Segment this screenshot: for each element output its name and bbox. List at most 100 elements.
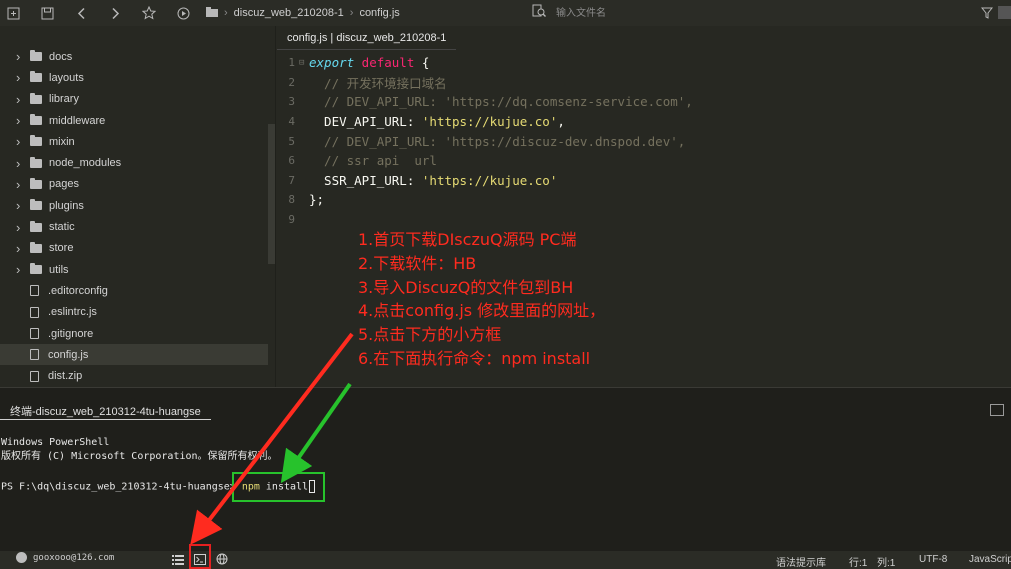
line-number: 6 (288, 154, 295, 168)
code-line[interactable]: 4 DEV_API_URL: 'https://kujue.co', (277, 112, 693, 132)
code-area[interactable]: 1 ⊟ export default {2 // 开发环境接口域名 3 // DEV_… (277, 53, 693, 230)
code-line[interactable]: 6 // ssr api url (277, 151, 693, 171)
sidebar-item-pages[interactable]: › pages (0, 174, 268, 195)
sidebar-item-label: store (49, 242, 74, 255)
folder-icon (30, 220, 42, 232)
line-number: 5 (288, 134, 295, 148)
chevron-right-icon[interactable]: › (16, 220, 30, 235)
breadcrumb-file[interactable]: config.js (359, 7, 399, 19)
folder-icon (30, 241, 42, 253)
line-number: 7 (288, 173, 295, 187)
chevron-right-icon[interactable]: › (16, 156, 30, 171)
file-tree-sidebar: › docs › layouts › library › middleware › mixin › n… (0, 26, 276, 387)
sidebar-item-middleware[interactable]: › middleware (0, 110, 268, 131)
folder-icon (30, 92, 42, 104)
code-line[interactable]: 2 // 开发环境接口域名 (277, 73, 693, 93)
sidebar-item-dist-zip[interactable]: dist.zip (0, 365, 268, 386)
maximize-icon[interactable] (990, 404, 1004, 416)
code-line[interactable]: 5 // DEV_API_URL: 'https://discuz-dev.dn… (277, 131, 693, 151)
terminal-line: Windows PowerShell (1, 437, 110, 448)
user-icon (16, 552, 27, 563)
forward-icon[interactable] (102, 0, 128, 26)
outline-icon[interactable] (172, 553, 184, 565)
search-file-icon (532, 4, 546, 23)
terminal-tab[interactable]: 终端-discuz_web_210312-4tu-huangse (0, 402, 211, 420)
instruction-step: 6.在下面执行命令：npm install (358, 348, 591, 368)
file-tree: › docs › layouts › library › middleware › mixin › n… (0, 46, 268, 387)
sidebar-item-label: utils (49, 263, 69, 276)
chevron-right-icon[interactable]: › (16, 113, 30, 128)
code-line[interactable]: 8}; (277, 190, 693, 210)
sidebar-item-layouts[interactable]: › layouts (0, 67, 268, 88)
sidebar-item-library[interactable]: › library (0, 89, 268, 110)
status-bar: gooxooo@126.com 语法提示库 行:1 列:1 UTF-8 Java… (0, 551, 1011, 569)
chevron-right-icon[interactable]: › (16, 49, 30, 64)
new-file-icon[interactable] (0, 0, 26, 26)
chevron-right-icon[interactable]: › (16, 262, 30, 277)
line-number: 3 (288, 95, 295, 109)
code-line[interactable]: 9 (277, 210, 693, 230)
sidebar-item-static[interactable]: › static (0, 216, 268, 237)
chevron-right-icon[interactable]: › (16, 92, 30, 107)
sidebar-item-utils[interactable]: › utils (0, 259, 268, 280)
file-search (532, 3, 706, 23)
browser-icon[interactable] (216, 553, 228, 565)
code-line[interactable]: 3 // DEV_API_URL: 'https://dq.comsenz-se… (277, 92, 692, 112)
file-encoding[interactable]: UTF-8 (919, 554, 947, 565)
cursor-line[interactable]: 行:1 (849, 554, 867, 569)
instruction-step: 5.点击下方的小方框 (358, 325, 502, 345)
sidebar-item-eslintrc-js[interactable]: .eslintrc.js (0, 302, 268, 323)
code-punct: , (557, 114, 565, 130)
code-keyword: default (354, 55, 415, 71)
sidebar-item-docs[interactable]: › docs (0, 46, 268, 67)
file-language[interactable]: JavaScript (969, 554, 1011, 565)
user-account[interactable]: gooxooo@126.com (16, 552, 114, 563)
search-input[interactable] (546, 3, 706, 23)
sidebar-item-gitignore[interactable]: .gitignore (0, 323, 268, 344)
chevron-right-icon[interactable]: › (16, 198, 30, 213)
chevron-right-icon[interactable]: › (16, 70, 30, 85)
breadcrumb-separator: › (224, 7, 228, 19)
sidebar-item-store[interactable]: › store (0, 238, 268, 259)
run-icon[interactable] (170, 0, 196, 26)
save-icon[interactable] (34, 0, 60, 26)
star-icon[interactable] (136, 0, 162, 26)
file-icon (30, 306, 39, 318)
sidebar-item-node-modules[interactable]: › node_modules (0, 152, 268, 173)
chevron-right-icon[interactable]: › (16, 134, 30, 149)
syntax-hint[interactable]: 语法提示库 (776, 554, 826, 569)
sidebar-item-plugins[interactable]: › plugins (0, 195, 268, 216)
instruction-step: 2.下载软件：HB (358, 253, 477, 273)
code-string: 'https://kujue.co' (421, 114, 558, 130)
folder-icon (30, 177, 42, 189)
breadcrumb-separator: › (349, 7, 354, 19)
filter-icon[interactable] (974, 0, 1000, 26)
code-text: }; (309, 192, 325, 208)
sidebar-item-config-js[interactable]: config.js (0, 344, 268, 366)
cursor-column[interactable]: 列:1 (877, 554, 895, 569)
sidebar-item-label: pages (49, 178, 79, 191)
tab-config-js[interactable]: config.js | discuz_web_210208-1 (277, 26, 457, 50)
chevron-right-icon[interactable]: › (16, 177, 30, 192)
back-icon[interactable] (68, 0, 94, 26)
sidebar-item-label: .editorconfig (48, 284, 108, 297)
code-comment: // DEV_API_URL: 'https://discuz-dev.dnsp… (309, 133, 686, 149)
code-line[interactable]: 7 SSR_API_URL: 'https://kujue.co' (277, 171, 693, 191)
terminal-button-highlight (189, 544, 211, 569)
sidebar-scrollbar[interactable] (268, 124, 275, 264)
sidebar-item-mixin[interactable]: › mixin (0, 131, 268, 152)
sidebar-item-label: dist.zip (48, 370, 83, 383)
sidebar-item-label: docs (49, 50, 73, 63)
sidebar-item-editorconfig[interactable]: .editorconfig (0, 280, 268, 301)
panel-icon[interactable] (998, 6, 1011, 19)
fold-icon[interactable]: ⊟ (299, 58, 309, 68)
code-line[interactable]: 1 ⊟ export default { (277, 53, 693, 73)
breadcrumb-project[interactable]: discuz_web_210208-1 (234, 7, 344, 19)
sidebar-item-label: node_modules (49, 157, 122, 170)
instruction-steps: 1.首页下载DIsczuQ源码 PC端 2.下载软件：HB 3.导入DiscuzQ的… (358, 228, 605, 371)
file-icon (30, 370, 39, 382)
line-number: 9 (288, 213, 295, 227)
chevron-right-icon[interactable]: › (16, 241, 30, 256)
folder-icon (30, 156, 42, 168)
file-icon (30, 328, 39, 339)
